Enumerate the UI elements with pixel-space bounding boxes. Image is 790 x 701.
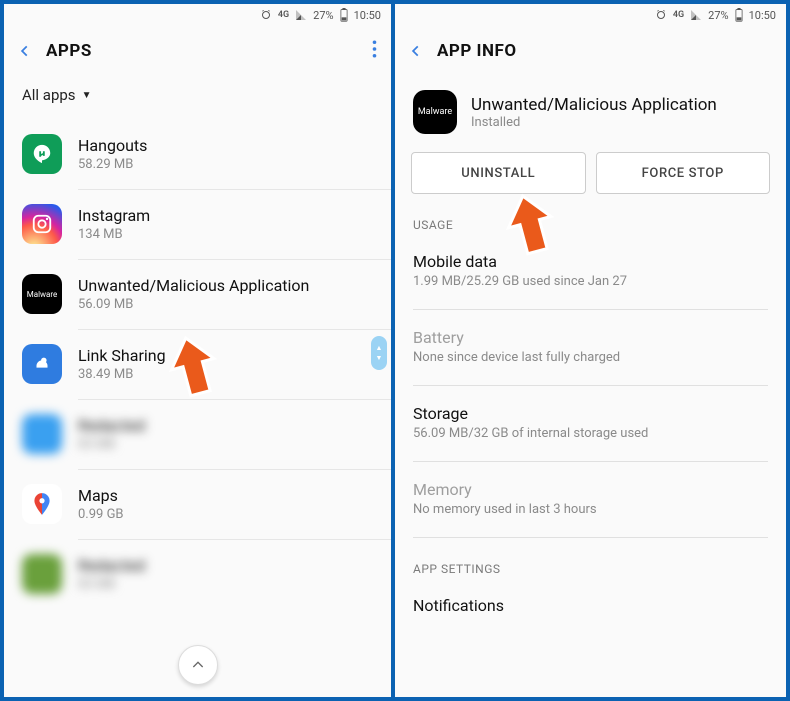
header: APPS [4,26,391,76]
chevron-up-icon [190,657,206,673]
signal-icon [295,9,307,21]
list-item-malicious[interactable]: Malware Unwanted/Malicious Application 5… [4,260,391,329]
app-size: 56.09 MB [78,297,309,312]
list-item[interactable]: Hangouts 58.29 MB [4,120,391,189]
malware-icon: Malware [22,274,62,314]
status-bar: 4G 27% 10:50 [395,4,786,26]
app-list[interactable]: Hangouts 58.29 MB Instagram 134 MB Malwa… [4,120,391,609]
scroll-to-top-button[interactable] [178,645,218,685]
battery-percent: 27% [708,9,728,22]
hangouts-icon [22,134,62,174]
row-subtitle: 1.99 MB/25.29 GB used since Jan 27 [413,274,768,289]
screen-app-info: 4G 27% 10:50 APP INFO Malware Unwanted/M… [395,4,786,697]
app-icon-redacted [22,554,62,594]
list-item[interactable]: Maps 0.99 GB [4,470,391,539]
header: APP INFO [395,26,786,76]
maps-icon [22,484,62,524]
app-name: Unwanted/Malicious Application [78,276,309,295]
row-title: Mobile data [413,252,768,271]
app-size: 00 MB [78,577,145,592]
app-name: Link Sharing [78,346,166,365]
storage-row[interactable]: Storage 56.09 MB/32 GB of internal stora… [395,396,786,455]
app-size: 00 MB [78,437,145,452]
app-name: Instagram [78,206,150,225]
app-size: 38.49 MB [78,367,166,382]
page-title: APPS [46,41,92,61]
section-usage: USAGE [395,212,786,244]
row-subtitle: No memory used in last 3 hours [413,502,768,517]
row-title: Memory [413,480,768,499]
row-title: Storage [413,404,768,423]
status-bar: 4G 27% 10:50 [4,4,391,26]
row-title: Battery [413,328,768,347]
more-options-button[interactable] [372,39,377,63]
app-size: 134 MB [78,227,150,242]
chevron-down-icon: ▼ [376,354,383,362]
clock: 10:50 [354,9,381,22]
list-item[interactable]: Instagram 134 MB [4,190,391,259]
app-icon-redacted [22,414,62,454]
list-item[interactable]: Link Sharing 38.49 MB [4,330,391,399]
screen-apps-list: 4G 27% 10:50 APPS All apps ▼ [4,4,395,697]
battery-icon [735,8,743,22]
app-name: Hangouts [78,136,147,155]
battery-row[interactable]: Battery None since device last fully cha… [395,320,786,379]
row-subtitle: 56.09 MB/32 GB of internal storage used [413,426,768,441]
network-label: 4G [673,10,684,20]
memory-row[interactable]: Memory No memory used in last 3 hours [395,472,786,531]
list-item-redacted[interactable]: Redacted 00 MB [4,400,391,469]
app-status: Installed [471,115,717,130]
battery-icon [340,8,348,22]
link-sharing-icon [22,344,62,384]
battery-percent: 27% [313,9,333,22]
back-button[interactable] [409,44,437,58]
section-app-settings: APP SETTINGS [395,548,786,588]
chevron-down-icon: ▼ [82,90,92,101]
app-name: Unwanted/Malicious Application [471,95,717,115]
clock: 10:50 [749,9,776,22]
uninstall-button[interactable]: UNINSTALL [411,152,586,194]
app-name: Maps [78,486,124,505]
row-subtitle: None since device last fully charged [413,350,768,365]
signal-icon [690,9,702,21]
app-name: Redacted [78,416,145,435]
back-button[interactable] [18,44,46,58]
chevron-up-icon: ▲ [376,344,383,352]
list-item-redacted[interactable]: Redacted 00 MB [4,540,391,609]
malware-icon: Malware [413,90,457,134]
app-header: Malware Unwanted/Malicious Application I… [395,76,786,144]
row-title: Notifications [413,596,768,615]
force-stop-button[interactable]: FORCE STOP [596,152,771,194]
page-title: APP INFO [437,41,517,61]
app-size: 0.99 GB [78,507,124,522]
instagram-icon [22,204,62,244]
notifications-row[interactable]: Notifications [395,588,786,622]
fast-scroll-handle[interactable]: ▲ ▼ [371,336,387,370]
app-name: Redacted [78,556,145,575]
network-label: 4G [278,10,289,20]
filter-dropdown[interactable]: All apps ▼ [4,76,391,120]
app-size: 58.29 MB [78,157,147,172]
mobile-data-row[interactable]: Mobile data 1.99 MB/25.29 GB used since … [395,244,786,303]
alarm-icon [655,9,667,21]
alarm-icon [260,9,272,21]
